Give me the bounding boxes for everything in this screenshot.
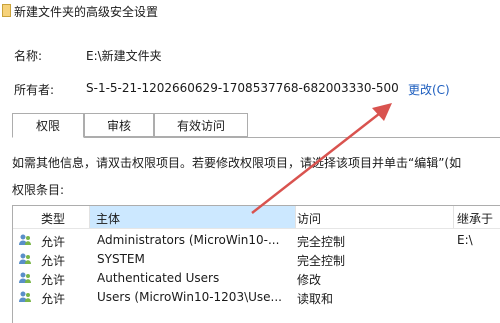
annotation-arrow bbox=[251, 103, 392, 214]
tab-permissions[interactable]: 权限 bbox=[12, 113, 84, 138]
